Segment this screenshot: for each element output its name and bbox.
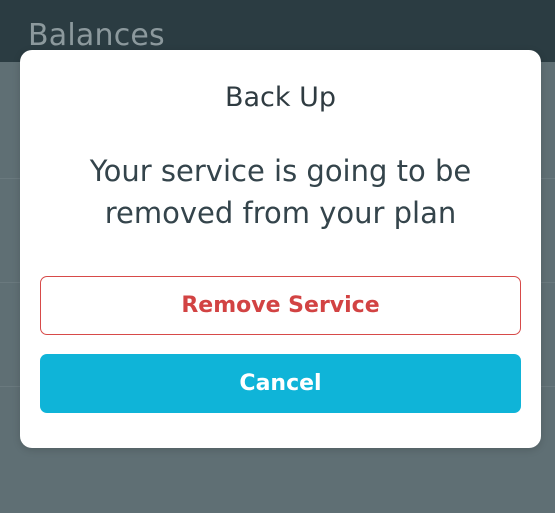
remove-service-button[interactable]: Remove Service: [40, 276, 521, 335]
header-title: Balances: [28, 18, 165, 53]
screen-edge: [555, 0, 559, 516]
confirm-dialog: Back Up Your service is going to be remo…: [20, 50, 541, 448]
dialog-message: Your service is going to be removed from…: [89, 154, 472, 230]
dialog-title: Back Up: [224, 82, 337, 113]
cancel-button[interactable]: Cancel: [40, 354, 521, 413]
app-screen: Balances Back Up Your service is going t…: [0, 0, 559, 516]
